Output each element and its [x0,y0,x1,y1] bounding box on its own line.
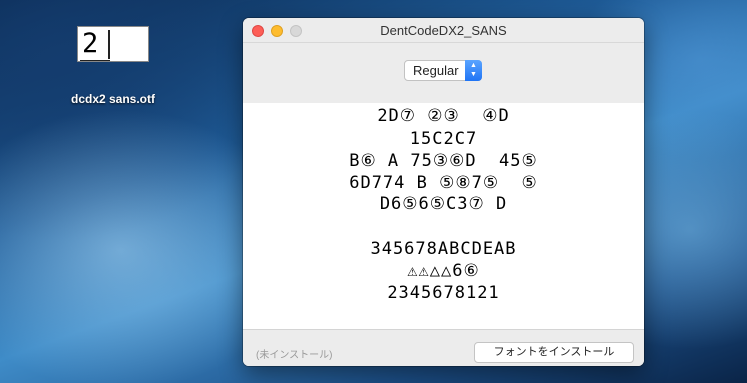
preview-line: 2345678121 [387,283,500,303]
footer: (未インストール) フォントをインストール [243,329,644,366]
preview-line: 6D774 B ⑤⑧7⑤ ⑤ [349,173,538,193]
preview-line: D6⑤6⑤C3⑦ D [379,194,508,214]
file-icon-bar [108,30,110,59]
style-select[interactable]: Regular ▲ ▼ [404,60,482,81]
preview-line: 345678ABCDEAB [370,239,517,259]
toolbar: Regular ▲ ▼ [243,43,644,104]
preview-line: ⚠⚠△△6⑥ [407,261,480,281]
install-status: (未インストール) [256,350,333,361]
font-book-window: DentCodeDX2_SANS Regular ▲ ▼ 2D⑦ ②③ ④D 15… [243,18,644,366]
window-title: DentCodeDX2_SANS [380,23,507,38]
updown-chevron-icon: ▲ ▼ [465,60,482,81]
style-select-value: Regular [413,63,459,78]
file-icon-glyph: 2 [82,28,99,59]
title-bar[interactable]: DentCodeDX2_SANS [243,18,644,43]
preview-line: 15C2C7 [409,129,478,149]
preview-line: B⑥ A 75③⑥D 45⑤ [349,151,538,171]
font-preview: 2D⑦ ②③ ④D 15C2C7 B⑥ A 75③⑥D 45⑤ 6D774 B … [243,103,644,329]
preview-line: 2D⑦ ②③ ④D [377,106,510,126]
install-font-button[interactable]: フォントをインストール [474,342,634,363]
file-name-label[interactable]: dcdx2 sans.otf [40,92,186,106]
font-file-icon[interactable]: 2 [77,26,149,62]
file-icon-baseline [80,60,110,61]
